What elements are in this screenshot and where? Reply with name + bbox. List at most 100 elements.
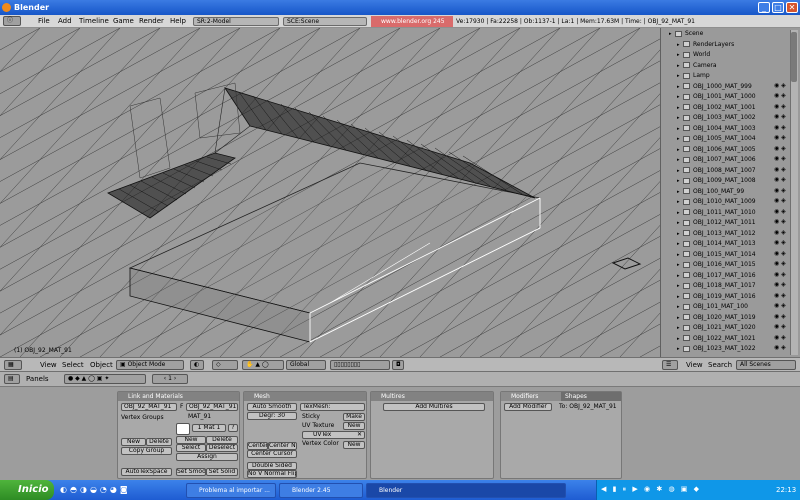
copy-group-button[interactable]: Copy Group — [121, 447, 172, 455]
outliner-item[interactable]: ▸ OBJ_101_MAT_100 — [677, 302, 748, 312]
visibility-icon[interactable]: ◉ ◈ — [774, 239, 786, 246]
outliner-item[interactable]: ▸ OBJ_1021_MAT_1020 — [677, 323, 756, 333]
mesh-name-field[interactable]: OBJ_92_MAT_91 — [186, 403, 238, 411]
menu-object[interactable]: Object — [90, 361, 113, 370]
visibility-icon[interactable]: ◉ ◈ — [774, 229, 786, 236]
vgroup-delete-button[interactable]: Delete — [146, 438, 172, 446]
outliner-item[interactable]: ▸ OBJ_1020_MAT_1019 — [677, 313, 756, 323]
center-cursor-button[interactable]: Center Cursor — [247, 450, 297, 458]
outliner-item[interactable]: ▸ OBJ_1001_MAT_1000 — [677, 92, 756, 102]
visibility-icon[interactable]: ◉ ◈ — [774, 134, 786, 141]
auto-smooth-toggle[interactable]: Auto Smooth — [247, 403, 297, 411]
visibility-icon[interactable]: ◉ ◈ — [774, 92, 786, 99]
outliner-item[interactable]: ▸ OBJ_1019_MAT_1016 — [677, 292, 756, 302]
visibility-icon[interactable]: ◉ ◈ — [774, 302, 786, 309]
visibility-icon[interactable]: ◉ ◈ — [774, 208, 786, 215]
outliner-item[interactable]: ▸ OBJ_1016_MAT_1015 — [677, 260, 756, 270]
visibility-icon[interactable]: ◉ ◈ — [774, 271, 786, 278]
outliner-item[interactable]: ▸ OBJ_1014_MAT_1013 — [677, 239, 756, 249]
add-modifier-button[interactable]: Add Modifier — [504, 403, 552, 411]
screen-selector[interactable]: SR:2-Model — [193, 17, 279, 26]
menu-timeline[interactable]: Timeline — [79, 17, 109, 26]
outliner-item[interactable]: ▸ OBJ_1017_MAT_1016 — [677, 271, 756, 281]
visibility-icon[interactable]: ◉ ◈ — [774, 166, 786, 173]
lock-icon[interactable]: ◘ — [392, 360, 404, 370]
uvtex-remove-icon[interactable]: ✕ — [357, 432, 362, 438]
visibility-icon[interactable]: ◉ ◈ — [774, 155, 786, 162]
outliner-item[interactable]: ▸ OBJ_1008_MAT_1007 — [677, 166, 756, 176]
degr-field[interactable]: Degr: 30 — [247, 412, 297, 420]
outliner-item[interactable]: ▸ OBJ_1022_MAT_1021 — [677, 334, 756, 344]
outliner-menu-view[interactable]: View — [686, 361, 703, 370]
outliner-item[interactable]: ▸ OBJ_1002_MAT_1001 — [677, 103, 756, 113]
add-multires-button[interactable]: Add Multires — [383, 403, 485, 411]
set-smooth-button[interactable]: Set Smoot — [176, 468, 206, 476]
frame-field[interactable]: ‹ 1 › — [152, 374, 188, 384]
visibility-icon[interactable]: ◉ ◈ — [774, 250, 786, 257]
outliner-item[interactable]: ▸ OBJ_1003_MAT_1002 — [677, 113, 756, 123]
set-solid-button[interactable]: Set Solid — [206, 468, 238, 476]
visibility-icon[interactable]: ◉ ◈ — [774, 113, 786, 120]
menu-render[interactable]: Render — [139, 17, 164, 26]
material-select-button[interactable]: Select — [176, 444, 206, 452]
visibility-icon[interactable]: ◉ ◈ — [774, 187, 786, 194]
outliner-item[interactable]: ▸ Scene — [669, 29, 703, 39]
menu-view[interactable]: View — [40, 361, 57, 370]
outliner-item[interactable]: ▸ OBJ_1018_MAT_1017 — [677, 281, 756, 291]
tray-icons[interactable]: ◀ ▮ ⏸ ▶ ◉ ✱ ◍ ▣ ◆ — [601, 485, 701, 494]
manipulator-icons[interactable]: ✋ ▲ ◯ — [242, 360, 284, 370]
center-button[interactable]: Center — [247, 442, 268, 450]
object-name-field[interactable]: OBJ_92_MAT_91 — [121, 403, 177, 411]
quick-launch-icons[interactable]: ◐◓◑◒◔◕◙ — [60, 485, 178, 497]
task-firefox[interactable]: Problema al importar ... — [186, 483, 276, 498]
no-v-normal-flip-toggle[interactable]: No V Normal Flip — [247, 470, 297, 478]
editor-type-icon[interactable]: ▦ — [4, 360, 22, 370]
visibility-icon[interactable]: ◉ ◈ — [774, 313, 786, 320]
outliner-item[interactable]: ▸ OBJ_100_MAT_99 — [677, 187, 744, 197]
outliner-item[interactable]: ▸ OBJ_1012_MAT_1011 — [677, 218, 756, 228]
pivot-icon[interactable]: ◇ — [212, 360, 238, 370]
uvtex-field[interactable]: UVTex ✕ — [302, 431, 365, 439]
outliner-menu-search[interactable]: Search — [708, 361, 732, 370]
3d-viewport[interactable] — [0, 28, 660, 357]
visibility-icon[interactable]: ◉ ◈ — [774, 344, 786, 351]
outliner-item[interactable]: ▸ Lamp — [677, 71, 710, 81]
visibility-icon[interactable]: ◉ ◈ — [774, 197, 786, 204]
outliner-item[interactable]: ▸ OBJ_1009_MAT_1008 — [677, 176, 756, 186]
draw-type-icon[interactable]: ◐ — [190, 360, 204, 370]
visibility-icon[interactable]: ◉ ◈ — [774, 145, 786, 152]
material-color-swatch[interactable] — [176, 423, 190, 435]
material-new-button[interactable]: New — [176, 436, 206, 444]
help-button[interactable]: ? — [228, 424, 238, 432]
sticky-make-button[interactable]: Make — [343, 413, 365, 421]
outliner-scroll-thumb[interactable] — [791, 32, 797, 82]
outliner-item[interactable]: ▸ World — [677, 50, 710, 60]
visibility-icon[interactable]: ◉ ◈ — [774, 334, 786, 341]
close-button[interactable]: ✕ — [786, 2, 798, 13]
outliner-item[interactable]: ▸ Camera — [677, 61, 717, 71]
material-index-field[interactable]: 1 Mat 1 — [192, 424, 226, 432]
menu-select[interactable]: Select — [62, 361, 84, 370]
outliner-item[interactable]: ▸ OBJ_1013_MAT_1012 — [677, 229, 756, 239]
visibility-icon[interactable]: ◉ ◈ — [774, 82, 786, 89]
visibility-icon[interactable]: ◉ ◈ — [774, 124, 786, 131]
outliner-item[interactable]: ▸ OBJ_1000_MAT_999 — [677, 82, 752, 92]
outliner-item[interactable]: ▸ OBJ_1007_MAT_1006 — [677, 155, 756, 165]
orientation-selector[interactable]: Global — [286, 360, 326, 370]
outliner-item[interactable]: ▸ OBJ_1004_MAT_1003 — [677, 124, 756, 134]
outliner-item[interactable]: ▸ OBJ_1006_MAT_1005 — [677, 145, 756, 155]
scene-selector[interactable]: SCE:Scene — [283, 17, 367, 26]
double-sided-toggle[interactable]: Double Sided — [247, 462, 297, 470]
start-button[interactable]: Inicio — [0, 480, 54, 500]
texmesh-field[interactable]: TexMesh: — [300, 403, 365, 411]
outliner-filter-selector[interactable]: All Scenes — [736, 360, 796, 370]
menu-add[interactable]: Add — [58, 17, 72, 26]
visibility-icon[interactable]: ◉ ◈ — [774, 292, 786, 299]
outliner-item[interactable]: ▸ OBJ_1023_MAT_1022 — [677, 344, 756, 354]
layer-buttons[interactable]: ▯▯▯▯▯▯▯▯ — [330, 360, 390, 370]
visibility-icon[interactable]: ◉ ◈ — [774, 323, 786, 330]
outliner-type-icon[interactable]: ☰ — [662, 360, 678, 370]
window-type-icon[interactable]: ⓘ — [3, 16, 21, 26]
visibility-icon[interactable]: ◉ ◈ — [774, 260, 786, 267]
vgroup-new-button[interactable]: New — [121, 438, 146, 446]
